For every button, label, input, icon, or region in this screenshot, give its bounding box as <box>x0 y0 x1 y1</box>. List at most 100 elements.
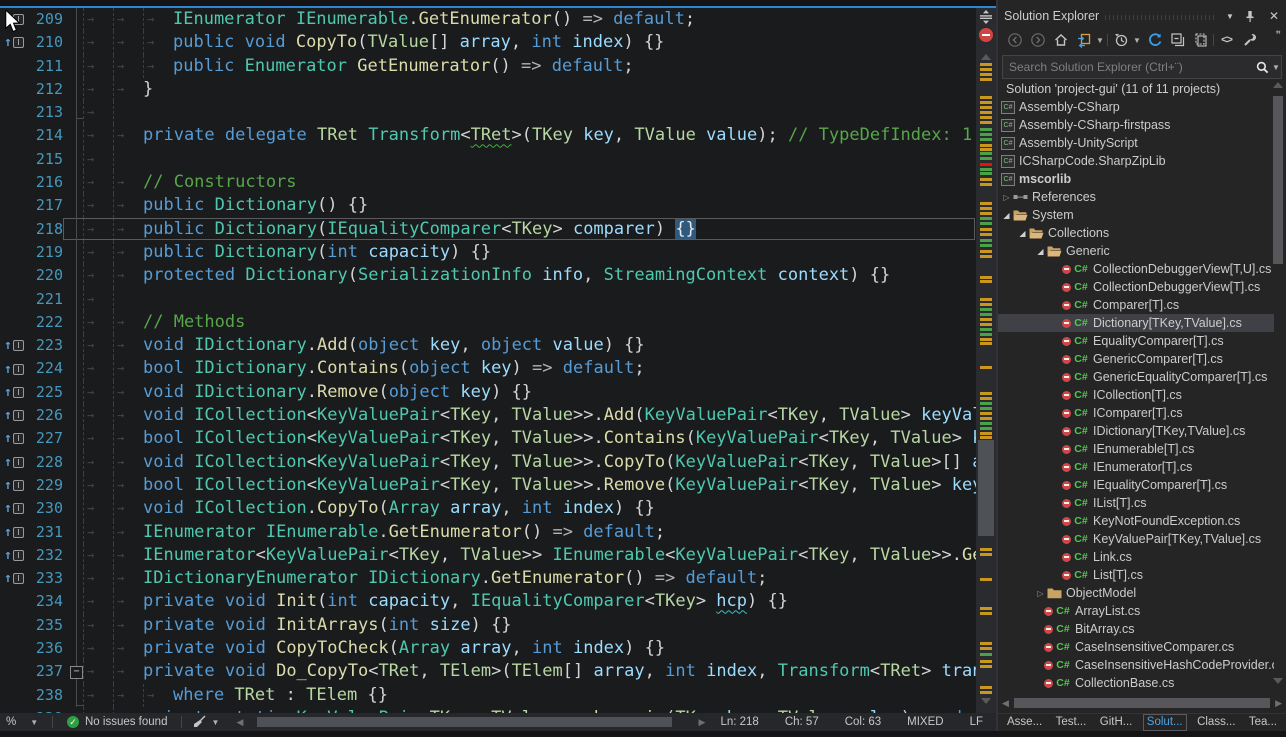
search-icon[interactable] <box>1253 60 1272 75</box>
tree-item-file[interactable]: C#IEqualityComparer[T].cs <box>998 476 1274 494</box>
code-line[interactable]: ↑I233→→IDictionaryEnumerator IDictionary… <box>0 567 976 590</box>
tree-item-project[interactable]: C#ICSharpCode.SharpZipLib <box>998 152 1274 170</box>
horizontal-scrollbar-thumb[interactable] <box>257 717 672 727</box>
tree-item-folder[interactable]: ▷ObjectModel <box>998 584 1274 602</box>
code-line[interactable]: 235→→private void InitArrays(int size) {… <box>0 614 976 637</box>
code-line[interactable]: ↑I231→→IEnumerator IEnumerable.GetEnumer… <box>0 521 976 544</box>
tree-item-folder[interactable]: ◢System <box>998 206 1274 224</box>
tree-item-file[interactable]: C#KeyValuePair[TKey,TValue].cs <box>998 530 1274 548</box>
scroll-down-arrow[interactable] <box>1273 678 1283 684</box>
tree-item-file[interactable]: C#GenericEqualityComparer[T].cs <box>998 368 1274 386</box>
override-indicator-icon[interactable]: ↑I <box>0 427 28 450</box>
search-input[interactable] <box>1003 60 1253 74</box>
scroll-right-arrow[interactable]: ▶ <box>697 717 708 728</box>
code-line[interactable]: ↑I229→→bool ICollection<KeyValuePair<TKe… <box>0 474 976 497</box>
drag-grip[interactable] <box>1105 15 1216 20</box>
tree-item-file[interactable]: C#IDictionary[TKey,TValue].cs <box>998 422 1274 440</box>
refresh-icon[interactable] <box>1144 30 1165 50</box>
close-icon[interactable]: ✕ <box>1266 9 1282 23</box>
panel-title-bar[interactable]: Solution Explorer ▼ ✕ <box>998 0 1286 26</box>
tree-item-folder[interactable]: ◢Generic <box>998 242 1274 260</box>
chevron-down-icon[interactable]: ▼ <box>1133 36 1142 45</box>
scroll-left-arrow[interactable]: ◀ <box>1000 698 1011 709</box>
code-line[interactable]: ↑I232→→IEnumerator<KeyValuePair<TKey, TV… <box>0 544 976 567</box>
panel-tab[interactable]: Class... <box>1194 715 1238 730</box>
panel-tab[interactable]: Test... <box>1053 715 1090 730</box>
code-line[interactable]: 214→→private delegate TRet Transform<TRe… <box>0 124 976 147</box>
scroll-left-arrow[interactable]: ◀ <box>234 717 245 728</box>
code-line[interactable]: 215→ <box>0 148 976 171</box>
expander-expanded-icon[interactable]: ◢ <box>1016 229 1029 238</box>
expander-collapsed-icon[interactable]: ▷ <box>1034 589 1047 598</box>
tree-vertical-scrollbar[interactable] <box>1273 82 1284 692</box>
tree-item-file[interactable]: C#KeyNotFoundException.cs <box>998 512 1274 530</box>
code-line[interactable]: 213→ <box>0 101 976 124</box>
code-line[interactable]: 238→→→where TRet : TElem {} <box>0 684 976 707</box>
tree-item-file[interactable]: C#IComparer[T].cs <box>998 404 1274 422</box>
properties-wrench-icon[interactable] <box>1239 30 1260 50</box>
panel-tab[interactable]: GitH... <box>1097 715 1136 730</box>
code-line[interactable]: ↑I227→→bool ICollection<KeyValuePair<TKe… <box>0 427 976 450</box>
tree-item-file[interactable]: C#GenericComparer[T].cs <box>998 350 1274 368</box>
pin-icon[interactable] <box>1244 10 1260 23</box>
tree-item-file[interactable]: C#Dictionary[TKey,TValue].cs <box>998 314 1274 332</box>
code-line[interactable]: 237→→private void Do_CopyTo<TRet, TElem>… <box>0 660 976 683</box>
code-line[interactable]: ↑I223→→void IDictionary.Add(object key, … <box>0 334 976 357</box>
tree-item-file[interactable]: C#EqualityComparer[T].cs <box>998 332 1274 350</box>
tree-item-file[interactable]: C#ICollection[T].cs <box>998 386 1274 404</box>
override-indicator-icon[interactable]: ↑I <box>0 357 28 380</box>
code-line[interactable]: ↑I210→→→public void CopyTo(TValue[] arra… <box>0 31 976 54</box>
zoom-selector[interactable]: % ▼ <box>0 713 52 731</box>
tree-item-folder[interactable]: ◢Collections <box>998 224 1274 242</box>
tree-item-file[interactable]: C#Link.cs <box>998 548 1274 566</box>
scroll-down-arrow[interactable] <box>981 698 991 704</box>
code-line[interactable]: 220→→protected Dictionary(SerializationI… <box>0 264 976 287</box>
code-line[interactable]: 217→→public Dictionary() {} <box>0 194 976 217</box>
code-line[interactable]: ↑I226→→void ICollection<KeyValuePair<TKe… <box>0 404 976 427</box>
code-line[interactable]: ↑I209→→→IEnumerator IEnumerable.GetEnume… <box>0 8 976 31</box>
expander-expanded-icon[interactable]: ◢ <box>1000 211 1013 220</box>
tree-item-project[interactable]: C#Assembly-UnityScript <box>998 134 1274 152</box>
override-indicator-icon[interactable]: ↑I <box>0 497 28 520</box>
collapse-region-button[interactable]: − <box>70 666 83 679</box>
code-line[interactable]: 236→→private void CopyToCheck(Array arra… <box>0 637 976 660</box>
tree-item-file[interactable]: C#IEnumerable[T].cs <box>998 440 1274 458</box>
scroll-up-arrow[interactable] <box>1273 82 1283 88</box>
tree-item-file[interactable]: C#IList[T].cs <box>998 494 1274 512</box>
code-line[interactable]: 219→→public Dictionary(int capacity) {} <box>0 241 976 264</box>
expander-collapsed-icon[interactable]: ▷ <box>1000 193 1013 202</box>
code-line[interactable]: ↑I225→→void IDictionary.Remove(object ke… <box>0 381 976 404</box>
window-position-icon[interactable]: ▼ <box>1222 12 1238 21</box>
override-indicator-icon[interactable]: ↑I <box>0 381 28 404</box>
code-line[interactable]: 216→→// Constructors <box>0 171 976 194</box>
vertical-scrollbar-thumb[interactable] <box>978 440 994 536</box>
back-icon[interactable] <box>1004 30 1025 50</box>
scroll-up-arrow[interactable] <box>981 54 991 60</box>
panel-tab[interactable]: Tea... <box>1246 715 1280 730</box>
expander-expanded-icon[interactable]: ◢ <box>1034 247 1047 256</box>
horizontal-scrollbar[interactable] <box>249 716 692 728</box>
panel-tab[interactable]: Asse... <box>1004 715 1045 730</box>
chevron-down-icon[interactable]: ▼ <box>1096 36 1105 45</box>
override-indicator-icon[interactable]: ↑I <box>0 544 28 567</box>
pending-changes-filter-icon[interactable] <box>1110 30 1131 50</box>
code-line[interactable]: ↑I228→→void ICollection<KeyValuePair<TKe… <box>0 451 976 474</box>
forward-icon[interactable] <box>1027 30 1048 50</box>
tree-item-solution[interactable]: Solution 'project-gui' (11 of 11 project… <box>998 80 1274 98</box>
sync-with-active-document-icon[interactable] <box>1073 30 1094 50</box>
show-all-files-icon[interactable] <box>1190 30 1211 50</box>
toolbar-overflow-icon[interactable]: ❞ <box>1276 30 1282 41</box>
tree-item-file[interactable]: C#IEnumerator[T].cs <box>998 458 1274 476</box>
override-indicator-icon[interactable]: ↑I <box>0 451 28 474</box>
view-code-icon[interactable]: <> <box>1216 30 1237 50</box>
code-line[interactable]: ↑I224→→bool IDictionary.Contains(object … <box>0 357 976 380</box>
tree-item-refs[interactable]: ▷References <box>998 188 1274 206</box>
document-health-icon[interactable] <box>979 28 993 42</box>
tree-item-file[interactable]: C#ArrayList.cs <box>998 602 1274 620</box>
chevron-down-icon[interactable]: ▼ <box>1272 63 1281 72</box>
tree-item-file[interactable]: C#List[T].cs <box>998 566 1274 584</box>
code-line[interactable]: 221→ <box>0 288 976 311</box>
override-indicator-icon[interactable]: ↑I <box>0 474 28 497</box>
code-line[interactable]: ↑I230→→void ICollection.CopyTo(Array arr… <box>0 497 976 520</box>
tree-item-project[interactable]: C#Assembly-CSharp-firstpass <box>998 116 1274 134</box>
